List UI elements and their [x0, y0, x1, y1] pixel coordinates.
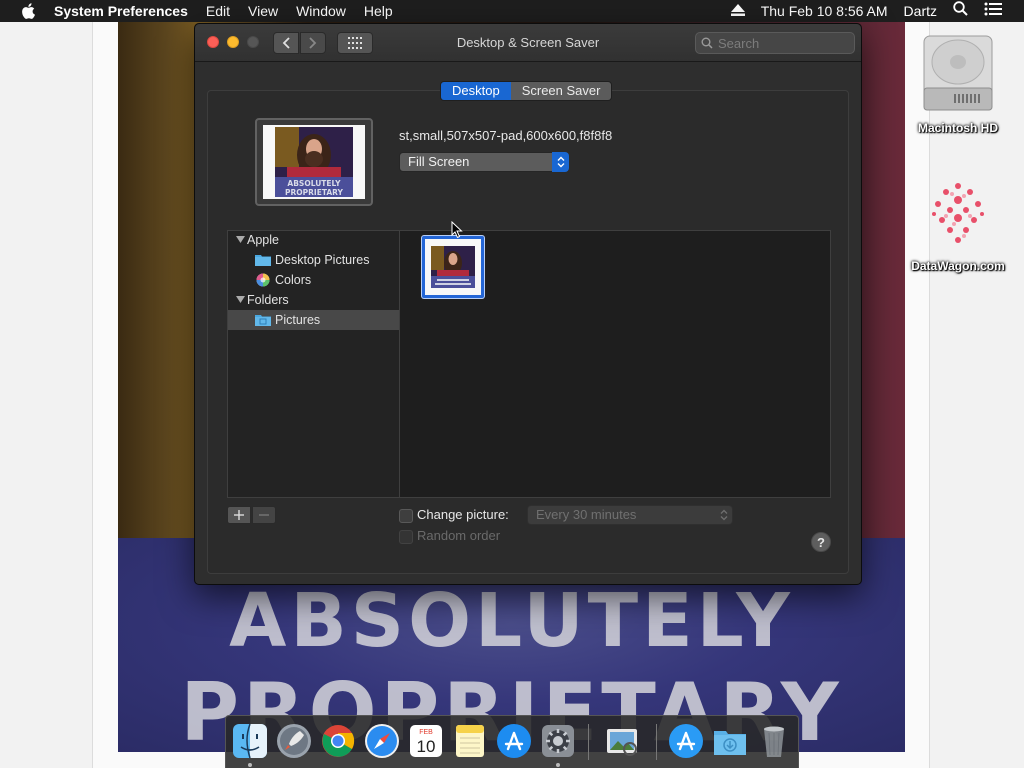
minimize-window-button[interactable]: [227, 36, 239, 48]
desktop-screensaver-window: Desktop & Screen Saver Desktop Screen Sa…: [194, 23, 862, 585]
change-picture-checkbox[interactable]: [399, 509, 413, 523]
menu-app-name[interactable]: System Preferences: [45, 0, 197, 22]
search-input[interactable]: [718, 35, 848, 51]
random-order-label: Random order: [417, 528, 501, 543]
source-group-label: Apple: [247, 233, 279, 247]
notification-center-icon[interactable]: [976, 0, 1024, 22]
interval-value: Every 30 minutes: [536, 507, 637, 522]
random-order-checkbox[interactable]: [399, 530, 413, 544]
current-desktop-preview: ABSOLUTELY PROPRIETARY: [255, 118, 373, 206]
desktop-icon-datawagon[interactable]: DataWagon.com: [902, 176, 1014, 273]
popup-arrows-icon: [552, 152, 569, 172]
window-titlebar[interactable]: Desktop & Screen Saver: [195, 24, 861, 62]
preview-caption: PROPRIETARY: [285, 188, 344, 197]
zoom-window-button[interactable]: [247, 36, 259, 48]
source-item-label: Desktop Pictures: [275, 253, 370, 267]
trash-icon[interactable]: [756, 723, 792, 759]
current-image-name: st,small,507x507-pad,600x600,f8f8f8: [399, 128, 613, 143]
menu-extras: Thu Feb 10 8:56 AM Dartz: [723, 0, 1024, 22]
forward-button[interactable]: [300, 32, 326, 54]
image-thumbnail[interactable]: [422, 236, 484, 298]
launchpad-icon[interactable]: [276, 723, 312, 759]
source-item-label: Colors: [275, 273, 312, 287]
menu-view[interactable]: View: [239, 0, 287, 22]
disclosure-triangle-icon[interactable]: [236, 296, 245, 304]
hard-drive-icon: [923, 35, 993, 111]
eject-icon[interactable]: [723, 0, 753, 22]
source-item-colors[interactable]: Colors: [228, 270, 399, 290]
popup-arrows-icon: [720, 509, 728, 521]
tab-bar: Desktop Screen Saver: [440, 81, 613, 101]
chevron-right-icon: [309, 37, 317, 49]
chrome-icon[interactable]: [320, 723, 356, 759]
source-group-apple[interactable]: Apple: [228, 230, 399, 250]
calendar-icon[interactable]: FEB 10: [408, 723, 444, 759]
apple-logo-icon[interactable]: [21, 3, 35, 19]
source-group-label: Folders: [247, 293, 289, 307]
source-item-pictures[interactable]: Pictures: [228, 310, 399, 330]
search-icon: [701, 37, 713, 49]
color-wheel-icon: [256, 273, 270, 287]
mouse-cursor-icon: [451, 221, 463, 239]
close-window-button[interactable]: [207, 36, 219, 48]
preview-image: ABSOLUTELY PROPRIETARY: [263, 125, 365, 199]
menu-window[interactable]: Window: [287, 0, 355, 22]
menu-help[interactable]: Help: [355, 0, 402, 22]
calendar-month: FEB: [419, 729, 433, 736]
tab-desktop[interactable]: Desktop: [441, 82, 511, 100]
source-list: Apple Desktop Pictures Colors Folders Pi…: [227, 230, 399, 498]
change-interval-popup[interactable]: Every 30 minutes: [527, 505, 733, 525]
notes-icon[interactable]: [452, 723, 488, 759]
chevron-left-icon: [282, 37, 290, 49]
preview-icon[interactable]: [604, 723, 640, 759]
change-picture-label: Change picture:: [417, 507, 509, 522]
search-field[interactable]: [695, 32, 855, 54]
show-all-button[interactable]: [337, 32, 373, 54]
web-location-icon: [932, 183, 984, 243]
source-item-desktop-pictures[interactable]: Desktop Pictures: [228, 250, 399, 270]
preview-artwork: ABSOLUTELY PROPRIETARY: [275, 127, 353, 197]
preview-caption: ABSOLUTELY: [287, 179, 341, 188]
disclosure-triangle-icon[interactable]: [236, 236, 245, 244]
system-preferences-icon[interactable]: [540, 723, 576, 759]
spotlight-search-icon[interactable]: [945, 0, 976, 22]
plus-icon: [234, 510, 244, 520]
add-folder-button[interactable]: [227, 506, 251, 524]
dock-separator: [588, 724, 589, 760]
menu-user[interactable]: Dartz: [896, 0, 945, 22]
image-grid: [399, 230, 831, 498]
dock-separator: [656, 724, 657, 760]
downloads-folder-icon[interactable]: [712, 723, 748, 759]
fill-mode-popup[interactable]: Fill Screen: [399, 152, 569, 172]
app-store-icon[interactable]: [496, 723, 532, 759]
pictures-folder-icon: [255, 315, 271, 326]
back-button[interactable]: [273, 32, 299, 54]
remove-folder-button[interactable]: [252, 506, 276, 524]
running-indicator: [248, 763, 252, 767]
menu-edit[interactable]: Edit: [197, 0, 239, 22]
finder-icon[interactable]: [232, 723, 268, 759]
desktop-icon-label: Macintosh HD: [917, 121, 998, 135]
fill-mode-value: Fill Screen: [408, 154, 470, 169]
app-store-downloads-icon[interactable]: [668, 723, 704, 759]
running-indicator: [556, 763, 560, 767]
thumbnail-artwork: [431, 246, 475, 288]
wallpaper-text: ABSOLUTELY: [229, 578, 794, 664]
calendar-day: 10: [417, 737, 436, 756]
help-button[interactable]: ?: [811, 532, 831, 552]
safari-icon[interactable]: [364, 723, 400, 759]
menu-bar: System Preferences Edit View Window Help…: [0, 0, 1024, 22]
desktop-icon-label: DataWagon.com: [911, 259, 1005, 273]
desktop-icon-macintosh-hd[interactable]: Macintosh HD: [902, 30, 1014, 135]
source-group-folders[interactable]: Folders: [228, 290, 399, 310]
tab-screen-saver[interactable]: Screen Saver: [510, 82, 612, 100]
grid-icon: [348, 37, 362, 49]
source-item-label: Pictures: [275, 313, 321, 327]
minus-icon: [259, 514, 269, 516]
folder-icon: [255, 255, 271, 266]
menu-clock[interactable]: Thu Feb 10 8:56 AM: [753, 0, 896, 22]
dock: FEB 10: [225, 715, 799, 768]
